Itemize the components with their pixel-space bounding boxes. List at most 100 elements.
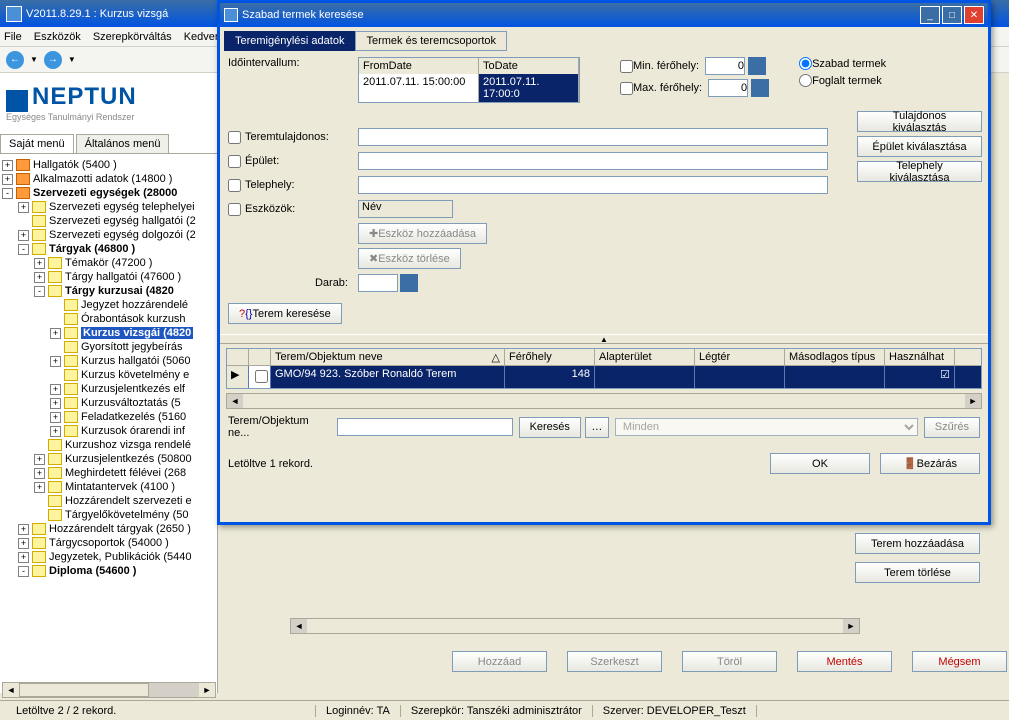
min-capacity-picker-icon[interactable]: [748, 57, 766, 75]
tab-request-data[interactable]: Teremigénylési adatok: [224, 31, 355, 51]
expander-icon[interactable]: +: [50, 328, 61, 339]
grid-hscroll[interactable]: ◄►: [226, 393, 982, 409]
tree-node[interactable]: +Tárgy hallgatói (47600 ): [2, 270, 215, 284]
tree-node[interactable]: Jegyzet hozzárendelé: [2, 298, 215, 312]
count-input[interactable]: [358, 274, 398, 292]
min-capacity-checkbox[interactable]: [620, 60, 633, 73]
table-row[interactable]: ▶ GMO/94 923. Szóber Ronaldó Terem 148 ☑: [227, 366, 981, 388]
menu-fav[interactable]: Kedven: [184, 31, 221, 43]
minimize-button[interactable]: _: [920, 6, 940, 24]
search-room-button[interactable]: ?{} Terem keresése: [228, 303, 342, 324]
tab-general-menu[interactable]: Általános menü: [76, 134, 170, 153]
tree-node[interactable]: +Kurzus hallgatói (5060: [2, 354, 215, 368]
delete-room-button[interactable]: Terem törlése: [855, 562, 980, 583]
tree-node[interactable]: - Tárgyak (46800 ): [2, 242, 215, 256]
col-capacity[interactable]: Férőhely: [505, 349, 595, 365]
tree-label[interactable]: Alkalmazotti adatok (14800 ): [33, 173, 172, 185]
tree-label[interactable]: Jegyzetek, Publikációk (5440: [49, 551, 191, 563]
tree-node[interactable]: -Tárgy kurzusai (4820: [2, 284, 215, 298]
tree-label[interactable]: Órabontások kurzush: [81, 313, 186, 325]
expander-icon[interactable]: +: [50, 384, 61, 395]
expander-icon[interactable]: +: [2, 160, 13, 171]
select-site-button[interactable]: Telephely kiválasztása: [857, 161, 982, 182]
tree-node[interactable]: +Kurzusok órarendi inf: [2, 424, 215, 438]
tree-label[interactable]: Hallgatók (5400 ): [33, 159, 117, 171]
tree-label[interactable]: Kurzushoz vizsga rendelé: [65, 439, 191, 451]
filter-input[interactable]: [337, 418, 513, 436]
busy-rooms-radio[interactable]: [799, 74, 812, 87]
tree-node[interactable]: + Kurzus vizsgái (4820: [2, 326, 215, 340]
tree-node[interactable]: +Kurzusváltoztatás (5: [2, 396, 215, 410]
back-button[interactable]: ←: [6, 51, 24, 69]
menu-role[interactable]: Szerepkörváltás: [93, 31, 172, 43]
tree-label[interactable]: Diploma (54600 ): [49, 565, 136, 577]
tree-label[interactable]: Tárgy kurzusai (4820: [65, 285, 174, 297]
filter-search-button[interactable]: Keresés: [519, 417, 581, 438]
tree-label[interactable]: Szervezeti egység telephelyei: [49, 201, 195, 213]
tree-node[interactable]: +Feladatkezelés (5160: [2, 410, 215, 424]
site-input[interactable]: [358, 176, 828, 194]
tree-label[interactable]: Meghirdetett félévei (268: [65, 467, 186, 479]
expander-icon[interactable]: +: [18, 230, 29, 241]
add-tool-button[interactable]: ✚ Eszköz hozzáadása: [358, 223, 487, 244]
tree-label[interactable]: Tárgyak (46800 ): [49, 243, 135, 255]
tree-node[interactable]: Kurzus követelmény e: [2, 368, 215, 382]
row-checkbox[interactable]: [255, 370, 268, 383]
tree-label[interactable]: Tárgycsoportok (54000 ): [49, 537, 169, 549]
tree-node[interactable]: Kurzushoz vizsga rendelé: [2, 438, 215, 452]
filter-more-button[interactable]: …: [585, 417, 609, 438]
tools-checkbox[interactable]: [228, 203, 241, 216]
delete-tool-button[interactable]: ✖ Eszköz törlése: [358, 248, 461, 269]
expander-icon[interactable]: +: [34, 454, 45, 465]
results-grid[interactable]: Terem/Objektum neve △ Férőhely Alapterül…: [226, 348, 982, 389]
tree-label[interactable]: Jegyzet hozzárendelé: [81, 299, 188, 311]
add-room-button[interactable]: Terem hozzáadása: [855, 533, 980, 554]
tree-node[interactable]: + Tárgycsoportok (54000 ): [2, 536, 215, 550]
parent-hscroll[interactable]: ◄►: [290, 618, 860, 634]
expander-icon[interactable]: +: [34, 468, 45, 479]
col-airspace[interactable]: Légtér: [695, 349, 785, 365]
tree-label[interactable]: Kurzus vizsgái (4820: [81, 327, 193, 339]
menu-tools[interactable]: Eszközök: [34, 31, 81, 43]
expander-icon[interactable]: -: [2, 188, 13, 199]
count-picker-icon[interactable]: [400, 274, 418, 292]
expander-icon[interactable]: -: [18, 244, 29, 255]
expander-icon[interactable]: +: [18, 538, 29, 549]
close-dialog-button[interactable]: 🚪 Bezárás: [880, 453, 980, 474]
expander-icon[interactable]: +: [18, 552, 29, 563]
tree-node[interactable]: + Szervezeti egység telephelyei: [2, 200, 215, 214]
tree-node[interactable]: +Kurzusjelentkezés elf: [2, 382, 215, 396]
col-secondary[interactable]: Másodlagos típus: [785, 349, 885, 365]
site-checkbox[interactable]: [228, 179, 241, 192]
todate-value[interactable]: 2011.07.11. 17:00:0: [479, 74, 579, 102]
tree-node[interactable]: Hozzárendelt szervezeti e: [2, 494, 215, 508]
tree-label[interactable]: Feladatkezelés (5160: [81, 411, 186, 423]
tree-label[interactable]: Hozzárendelt szervezeti e: [65, 495, 192, 507]
tree-node[interactable]: + Jegyzetek, Publikációk (5440: [2, 550, 215, 564]
tree-node[interactable]: + Hallgatók (5400 ): [2, 158, 215, 172]
tree-label[interactable]: Kurzusváltoztatás (5: [81, 397, 181, 409]
max-capacity-picker-icon[interactable]: [751, 79, 769, 97]
ok-button[interactable]: OK: [770, 453, 870, 474]
splitter[interactable]: [220, 334, 988, 344]
tree-label[interactable]: Kurzusok órarendi inf: [81, 425, 185, 437]
cancel-button[interactable]: Mégsem: [912, 651, 1007, 672]
dialog-titlebar[interactable]: Szabad termek keresése _ □ ✕: [220, 3, 988, 27]
expander-icon[interactable]: +: [18, 202, 29, 213]
expander-icon[interactable]: +: [34, 272, 45, 283]
menu-file[interactable]: File: [4, 31, 22, 43]
close-button[interactable]: ✕: [964, 6, 984, 24]
edit-button[interactable]: Szerkeszt: [567, 651, 662, 672]
tree-node[interactable]: + Meghirdetett félévei (268: [2, 466, 215, 480]
tab-own-menu[interactable]: Saját menü: [0, 134, 74, 153]
tree-label[interactable]: Kurzus követelmény e: [81, 369, 189, 381]
tree-label[interactable]: Tárgyelőkövetelmény (50: [65, 509, 189, 521]
tree-node[interactable]: Tárgyelőkövetelmény (50: [2, 508, 215, 522]
max-capacity-checkbox[interactable]: [620, 82, 633, 95]
expander-icon[interactable]: +: [34, 482, 45, 493]
tree-node[interactable]: Szervezeti egység hallgatói (2: [2, 214, 215, 228]
tab-rooms-groups[interactable]: Termek és teremcsoportok: [355, 31, 507, 51]
delete-button[interactable]: Töröl: [682, 651, 777, 672]
tree-node[interactable]: Órabontások kurzush: [2, 312, 215, 326]
owner-input[interactable]: [358, 128, 828, 146]
